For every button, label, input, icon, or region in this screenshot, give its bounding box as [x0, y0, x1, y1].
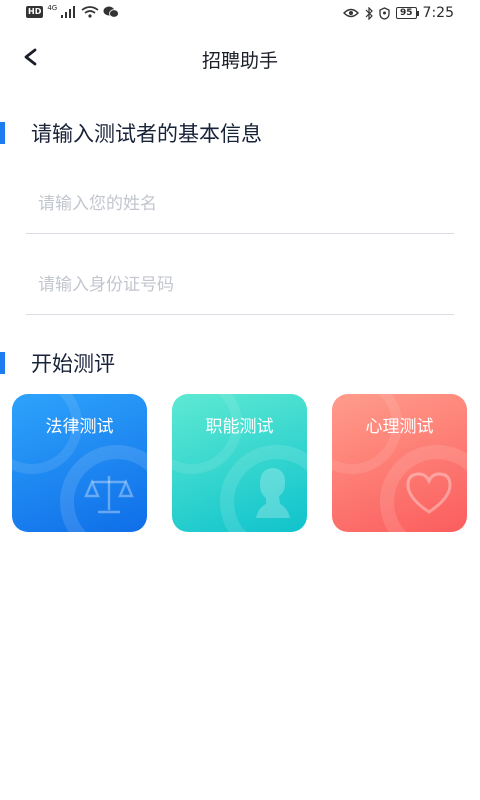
name-input[interactable]: [26, 175, 454, 233]
section-accent-bar: [0, 352, 5, 374]
heart-icon: [406, 472, 452, 514]
eval-section-title: 开始测评: [31, 352, 115, 376]
id-number-input[interactable]: [26, 256, 454, 314]
eye-icon: [343, 8, 360, 18]
wifi-icon: [81, 6, 99, 18]
signal-icon: [61, 6, 76, 18]
eval-section-header: 开始测评: [0, 348, 115, 378]
person-silhouette-icon: [256, 468, 290, 518]
network-type: 4G: [47, 4, 58, 12]
name-field: [26, 175, 454, 234]
clock: 7:25: [422, 5, 454, 21]
job-test-label: 职能测试: [205, 417, 274, 437]
hd-badge: HD: [26, 6, 44, 18]
info-section-title: 请输入测试者的基本信息: [31, 122, 262, 146]
app-header: 招聘助手: [0, 34, 480, 82]
job-test-card[interactable]: 职能测试: [172, 394, 307, 532]
section-accent-bar: [0, 122, 5, 144]
id-field: [26, 256, 454, 315]
law-test-label: 法律测试: [45, 417, 114, 437]
psychology-test-card[interactable]: 心理测试: [332, 394, 467, 532]
battery-indicator: 95: [396, 7, 419, 19]
scale-icon: [84, 476, 134, 514]
status-left: HD 4G: [26, 4, 120, 18]
law-test-card[interactable]: 法律测试: [12, 394, 147, 532]
wechat-icon: [103, 6, 120, 18]
page-title: 招聘助手: [201, 50, 278, 72]
bluetooth-icon: [365, 6, 373, 20]
status-right: 95 7:25: [343, 5, 454, 21]
status-bar: HD 4G 95 7:25: [0, 0, 480, 28]
psychology-test-label: 心理测试: [365, 417, 434, 437]
location-icon: [379, 6, 390, 20]
info-section-header: 请输入测试者的基本信息: [0, 118, 262, 148]
